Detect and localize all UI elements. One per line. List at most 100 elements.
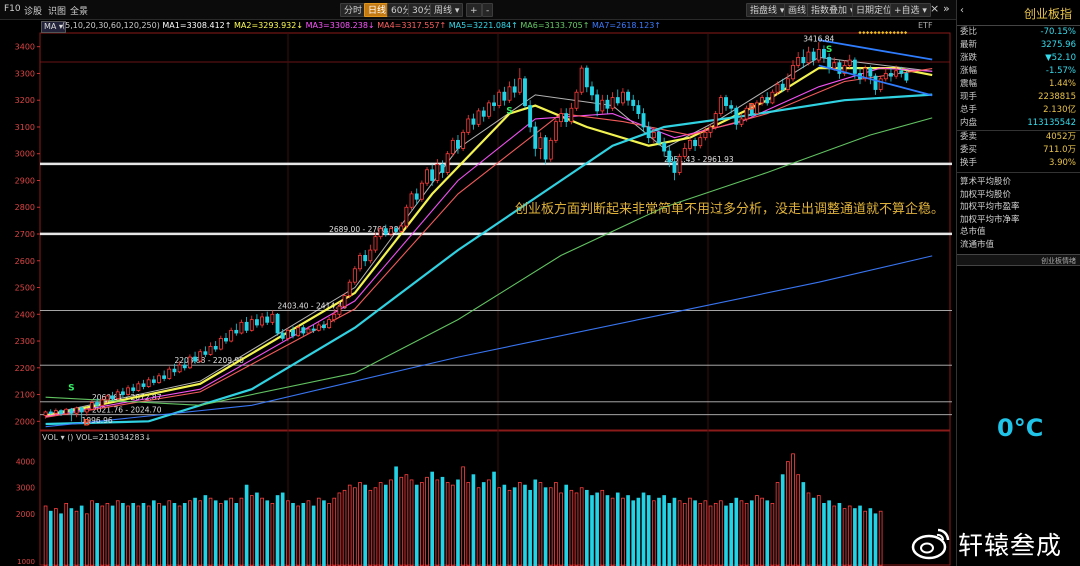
candle-body: [394, 228, 399, 232]
support-level-label: 2689.00 - 2700.28: [329, 225, 399, 234]
ma-params: (5,10,20,30,60,120,250): [62, 21, 160, 30]
volume-bar: [239, 497, 244, 566]
info-weighted-pb[interactable]: 加权平均市净率: [957, 214, 1080, 227]
candle-body: [419, 182, 424, 200]
vol-tick-label: 1000: [17, 558, 35, 566]
candle-body: [218, 337, 223, 350]
quote-label: 涨跌: [960, 53, 978, 63]
candle-body: [48, 411, 53, 414]
period-weekly-button[interactable]: 周线 ▾: [430, 3, 464, 17]
candle-body: [291, 329, 295, 337]
volume-bar: [595, 492, 599, 566]
add-watchlist-button[interactable]: +自选 ▾: [890, 3, 931, 17]
quote-value: 2238815: [1038, 92, 1076, 102]
volume-bar: [59, 513, 63, 566]
volume-bar: [162, 505, 166, 566]
candle-body: [187, 356, 192, 369]
candle-body: [368, 249, 373, 262]
panorama-link[interactable]: 全景: [70, 4, 88, 17]
pattern-link[interactable]: 识图: [48, 4, 66, 17]
trade-signal: B: [83, 418, 90, 428]
period-intraday-button[interactable]: 分时: [340, 3, 367, 17]
volume-bar: [193, 497, 197, 566]
quote-panel-header: ‹ 创业板指: [957, 0, 1080, 26]
volume-bar: [383, 484, 388, 566]
volume-bar: [306, 500, 311, 566]
volume-bar: [636, 497, 641, 566]
volume-bar: [389, 479, 393, 566]
volume-bar: [79, 505, 84, 566]
volume-bar: [229, 497, 233, 566]
info-float-market-cap[interactable]: 流通市值: [957, 239, 1080, 252]
etf-label[interactable]: ETF: [918, 21, 933, 30]
volume-bar: [657, 497, 661, 566]
volume-bar: [610, 497, 615, 566]
close-icon[interactable]: ×: [930, 2, 939, 15]
volume-bar: [853, 508, 857, 566]
candle-body: [569, 107, 574, 123]
signal-marker: [892, 31, 896, 35]
collapse-icon[interactable]: »: [943, 2, 950, 15]
volume-bar: [729, 502, 733, 566]
info-total-market-cap[interactable]: 总市值: [957, 226, 1080, 239]
quote-label: 最新: [960, 40, 978, 50]
quote-value: -1.57%: [1045, 66, 1076, 76]
volume-bar: [249, 495, 254, 566]
candle-body: [626, 91, 631, 101]
candle-body: [332, 313, 337, 321]
candle-body: [847, 59, 852, 66]
candle-body: [373, 236, 378, 251]
candle-body: [811, 51, 816, 61]
candle-body: [378, 228, 383, 238]
candle-body: [43, 411, 48, 416]
volume-bar: [373, 487, 378, 566]
candle-body: [198, 351, 203, 362]
info-weighted-avg-price[interactable]: 加权平均股价: [957, 189, 1080, 202]
price-annotation: 3416.84: [803, 34, 834, 43]
watermark: 轩辕叁成: [910, 520, 1080, 564]
info-weighted-pe[interactable]: 加权平均市盈率: [957, 201, 1080, 214]
candle-body: [533, 126, 538, 149]
candle-body: [430, 169, 435, 181]
volume-bar: [146, 505, 151, 566]
quote-value: 3.90%: [1048, 158, 1076, 168]
candle-body: [100, 399, 105, 406]
volume-bar: [523, 484, 527, 566]
sentiment-header[interactable]: 创业板情绪: [957, 254, 1080, 266]
signal-marker: [866, 31, 870, 35]
index-overlay-button[interactable]: 指数叠加 ▾: [807, 3, 859, 17]
zoom-out-button[interactable]: -: [482, 3, 494, 17]
volume-bar: [749, 500, 754, 566]
candle-body: [610, 97, 615, 109]
main-chart[interactable]: 2951.43 - 2961.932689.00 - 2700.282403.4…: [0, 0, 956, 566]
volume-bar: [157, 502, 161, 566]
candle-body: [203, 351, 208, 355]
candle-body: [636, 105, 641, 114]
volume-bar: [652, 500, 656, 566]
volume-bar: [430, 471, 435, 566]
candle-body: [620, 91, 625, 104]
quote-label: 现手: [960, 92, 978, 102]
volume-bar: [667, 502, 672, 566]
volume-bar: [126, 505, 130, 566]
ma-legend: (5,10,20,30,60,120,250) MA1=3308.412↑ MA…: [62, 21, 661, 33]
volume-bar: [507, 489, 512, 566]
volume-bar: [569, 489, 574, 566]
volume-bar: [342, 489, 347, 566]
indicator-line-button[interactable]: 指盘线 ▾: [746, 3, 789, 17]
candle-body: [481, 110, 486, 117]
volume-bar: [337, 492, 342, 566]
diagnose-link[interactable]: 诊股: [24, 4, 42, 17]
volume-bar: [136, 505, 141, 566]
quote-label: 内盘: [960, 118, 978, 128]
candle-body: [172, 368, 177, 373]
back-arrow-icon[interactable]: ‹: [960, 5, 964, 16]
candle-body: [363, 255, 368, 262]
info-arith-avg-price[interactable]: 算术平均股价: [957, 176, 1080, 189]
volume-bar: [275, 495, 280, 566]
volume-bar: [713, 502, 718, 566]
candle-body: [327, 319, 332, 329]
volume-bar: [322, 500, 326, 566]
zoom-in-button[interactable]: +: [466, 3, 482, 17]
f10-link[interactable]: F10: [4, 4, 21, 14]
